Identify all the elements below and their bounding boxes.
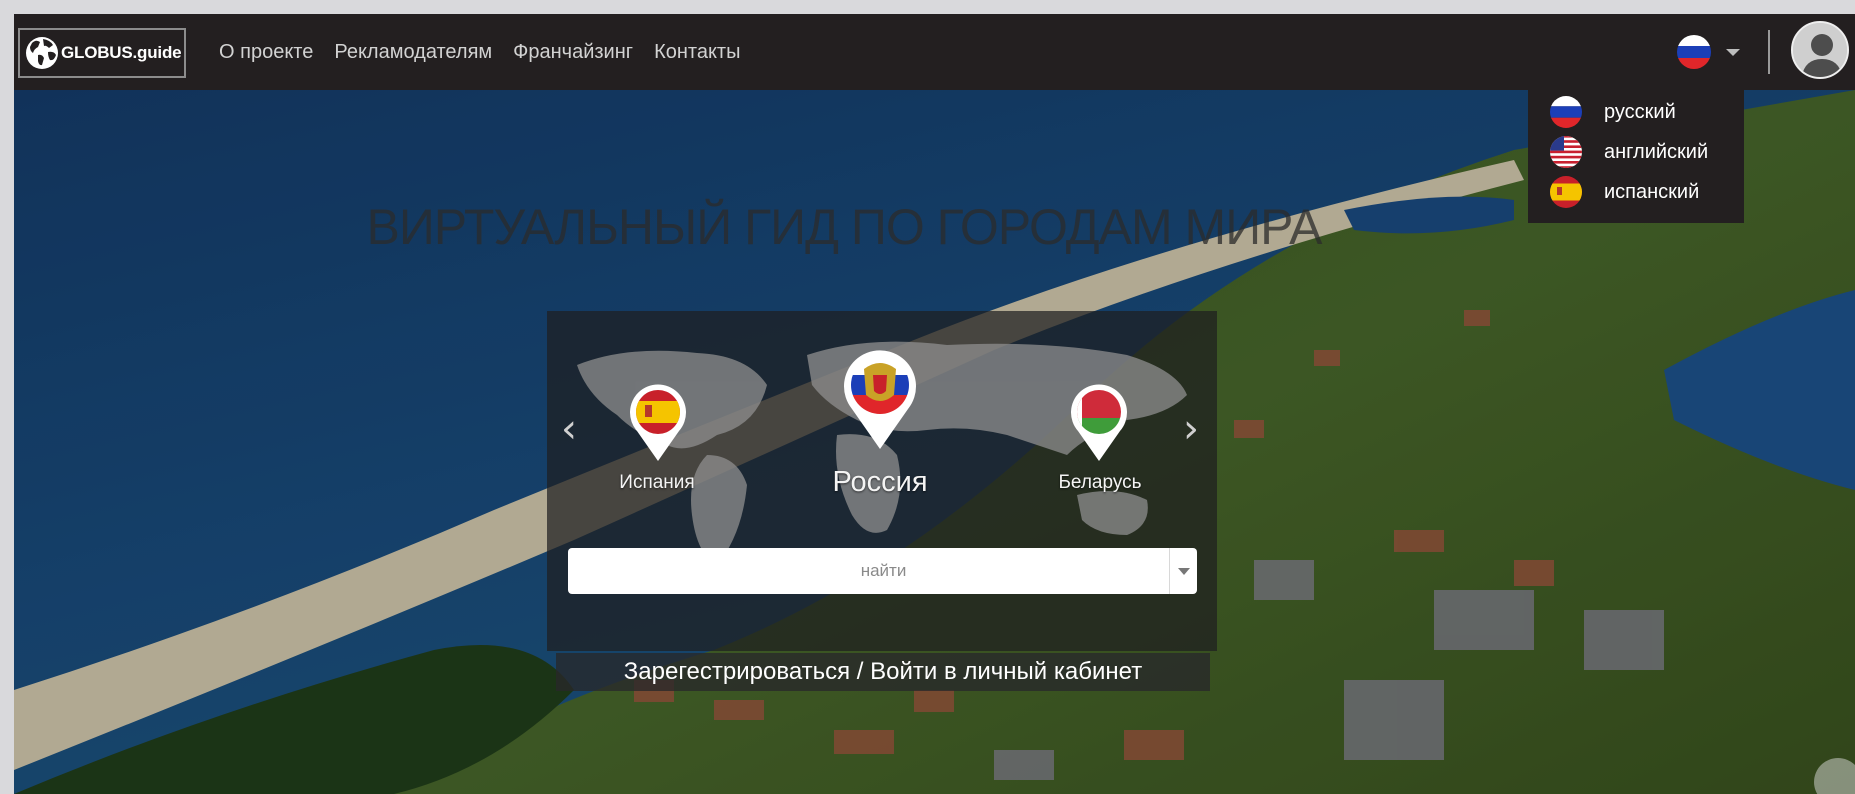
usa-flag-icon	[1550, 136, 1582, 168]
header-divider	[1768, 30, 1770, 74]
language-option-russian[interactable]: русский	[1528, 92, 1744, 132]
russia-coat-of-arms-pin-icon	[844, 350, 916, 449]
logo-text: GLOBUS.guide	[61, 43, 182, 62]
nav-franchising[interactable]: Франчайзинг	[513, 41, 633, 64]
main-nav: О проекте Рекламодателям Франчайзинг Кон…	[219, 14, 761, 90]
country-selector-panel: ‹ › Испания Россия Беларусь найти	[547, 311, 1217, 651]
page-frame: GLOBUS.guide О проекте Рекламодателям Фр…	[14, 14, 1855, 794]
user-avatar-icon[interactable]	[1791, 21, 1849, 79]
top-navbar: GLOBUS.guide О проекте Рекламодателям Фр…	[14, 14, 1855, 90]
belarus-flag-pin-icon	[1071, 384, 1127, 461]
chevron-down-icon	[1726, 48, 1740, 56]
chevron-down-icon	[1177, 567, 1190, 575]
globe-icon	[26, 37, 58, 69]
country-label-russia[interactable]: Россия	[795, 466, 965, 499]
language-option-label: русский	[1604, 100, 1676, 123]
country-label-belarus[interactable]: Беларусь	[1045, 472, 1155, 494]
country-pin-russia[interactable]	[840, 347, 920, 455]
country-pin-spain[interactable]	[627, 383, 689, 467]
spain-flag-icon	[1550, 176, 1582, 208]
chevron-right-icon[interactable]: ›	[1183, 406, 1199, 452]
search-input[interactable]	[568, 549, 1169, 593]
country-pin-belarus[interactable]	[1068, 383, 1130, 467]
country-label-spain[interactable]: Испания	[607, 472, 707, 494]
language-option-spanish[interactable]: испанский	[1528, 172, 1744, 212]
language-toggle[interactable]	[1676, 34, 1740, 70]
language-option-label: испанский	[1604, 180, 1700, 203]
logo[interactable]: GLOBUS.guide	[18, 28, 186, 78]
search-dropdown-button[interactable]	[1169, 548, 1197, 594]
hero-title: ВИРТУАЛЬНЫЙ ГИД ПО ГОРОДАМ МИРА	[366, 199, 1322, 255]
language-menu: русский английский испанский	[1528, 82, 1744, 223]
language-option-english[interactable]: английский	[1528, 132, 1744, 172]
search-box	[568, 548, 1197, 594]
russia-flag-icon	[1550, 96, 1582, 128]
spain-flag-pin-icon	[630, 384, 686, 461]
language-option-label: английский	[1604, 140, 1709, 163]
russia-flag-icon	[1677, 35, 1711, 69]
chevron-left-icon[interactable]: ‹	[561, 406, 577, 452]
register-login-button[interactable]: Зарегестрироваться / Войти в личный каби…	[556, 653, 1210, 691]
nav-about[interactable]: О проекте	[219, 41, 313, 64]
nav-contacts[interactable]: Контакты	[654, 41, 740, 64]
nav-advertisers[interactable]: Рекламодателям	[334, 41, 492, 64]
